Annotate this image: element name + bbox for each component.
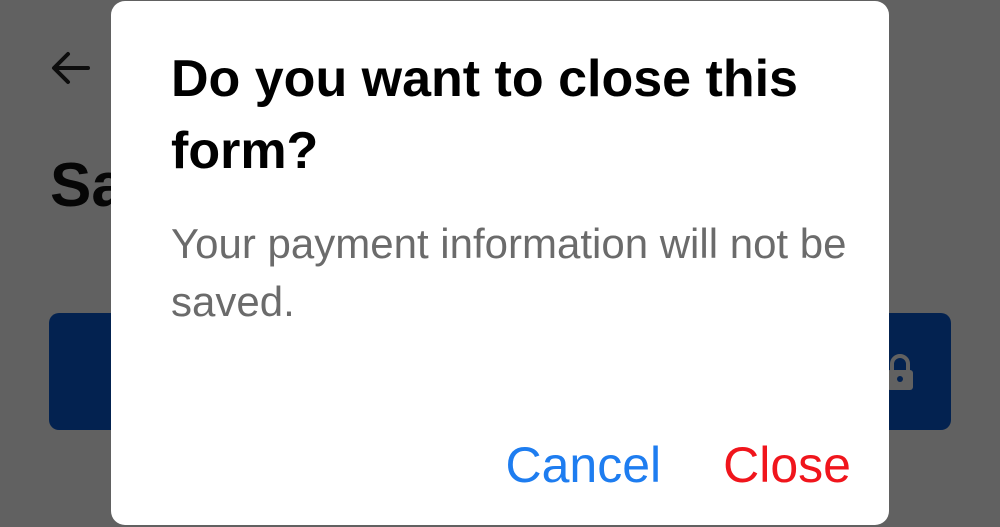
screen: Sa Do you want to close this form? Your … <box>0 0 1000 527</box>
close-button[interactable]: Close <box>723 433 851 497</box>
dialog-actions: Cancel Close <box>506 433 851 497</box>
dialog-message: Your payment information will not be sav… <box>171 220 847 325</box>
dialog-title: Do you want to close this form? <box>171 50 798 180</box>
close-form-dialog: Do you want to close this form? Your pay… <box>111 1 889 525</box>
cancel-button[interactable]: Cancel <box>506 433 662 497</box>
